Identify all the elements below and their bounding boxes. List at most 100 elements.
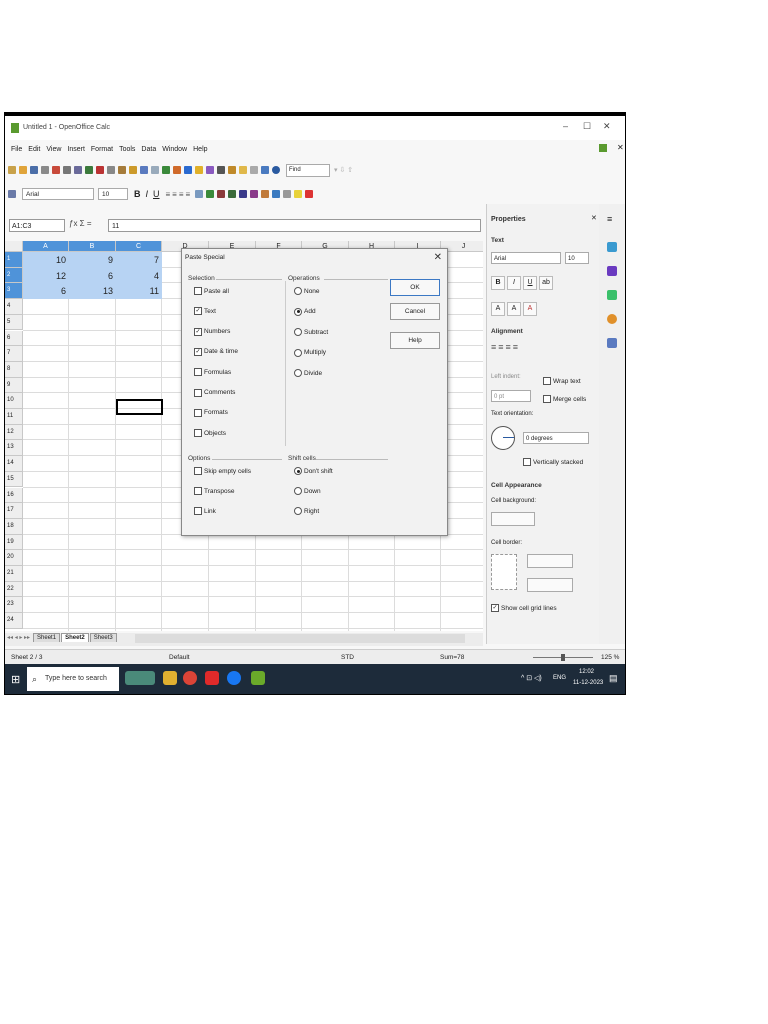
line-style-picker[interactable]	[527, 554, 573, 568]
cell-background-picker[interactable]	[491, 512, 535, 526]
sidebar-align-buttons[interactable]: ≡≡≡≡	[491, 342, 520, 352]
right-radio[interactable]: Right	[294, 507, 319, 515]
close-button[interactable]: ✕	[603, 121, 611, 132]
row-header-10[interactable]: 10	[5, 393, 23, 409]
redo-icon[interactable]	[151, 166, 159, 174]
hyperlink-icon[interactable]	[162, 166, 170, 174]
cut-icon[interactable]	[96, 166, 104, 174]
paste-all-box[interactable]	[194, 287, 202, 295]
formulas-box[interactable]	[194, 368, 202, 377]
row-header-15[interactable]: 15	[5, 471, 23, 488]
down-radio-dot[interactable]	[294, 487, 302, 495]
transpose-checkbox[interactable]: Transpose	[194, 487, 234, 495]
formats-checkbox[interactable]: Formats	[194, 408, 228, 417]
new-icon[interactable]	[8, 166, 16, 174]
row-header-22[interactable]: 22	[5, 581, 23, 598]
save-icon[interactable]	[30, 166, 38, 174]
notification-icon[interactable]: ▤	[609, 673, 618, 684]
row-header-7[interactable]: 7	[5, 346, 23, 362]
sidebar-italic-button[interactable]: I	[507, 276, 521, 290]
row-header-13[interactable]: 13	[5, 440, 23, 457]
row-header-17[interactable]: 17	[5, 503, 23, 519]
skip-empty-cells-checkbox[interactable]: Skip empty cells	[194, 467, 251, 475]
wrap-text-checkbox[interactable]: Wrap text	[543, 377, 581, 385]
maximize-button[interactable]: ☐	[583, 121, 591, 132]
help-button[interactable]: Help	[390, 332, 440, 349]
menu-file[interactable]: File	[11, 146, 22, 153]
cell-b2[interactable]: 6	[69, 267, 116, 284]
right-radio-dot[interactable]	[294, 507, 302, 515]
windows-start-icon[interactable]: ⊞	[11, 673, 20, 686]
row-header-14[interactable]: 14	[5, 456, 23, 472]
divide-radio-dot[interactable]	[294, 369, 302, 378]
row-header-3[interactable]: 3	[5, 283, 23, 300]
del-decimal-icon[interactable]	[250, 190, 259, 198]
objects-checkbox[interactable]: Objects	[194, 429, 226, 438]
facebook-icon[interactable]	[227, 671, 241, 685]
link-box[interactable]	[194, 507, 202, 515]
text-box[interactable]: ✓	[194, 307, 202, 316]
sidebar-menu-icon[interactable]: ≡	[607, 214, 612, 224]
row-header-12[interactable]: 12	[5, 424, 23, 441]
print-icon[interactable]	[63, 166, 71, 174]
row-header-18[interactable]: 18	[5, 518, 23, 535]
row-header-24[interactable]: 24	[5, 613, 23, 629]
tab-sheet3[interactable]: Sheet3	[89, 633, 117, 642]
comments-checkbox[interactable]: Comments	[194, 388, 235, 397]
weather-widget-icon[interactable]	[125, 671, 155, 685]
cell-c1[interactable]: 7	[116, 252, 162, 268]
navigator-deck-icon[interactable]	[607, 314, 617, 324]
link-checkbox[interactable]: Link	[194, 507, 216, 515]
numbers-box[interactable]: ✓	[194, 327, 202, 336]
open-icon[interactable]	[19, 166, 27, 174]
currency-icon[interactable]	[206, 190, 215, 198]
bg-color-icon[interactable]	[294, 190, 303, 198]
cell-a3[interactable]: 6	[23, 283, 69, 300]
row-header-4[interactable]: 4	[5, 299, 23, 315]
sidebar-font-box[interactable]: Arial	[491, 252, 561, 264]
font-size-box[interactable]: 10	[98, 188, 128, 200]
indent-dec-icon[interactable]	[261, 190, 270, 198]
row-header-6[interactable]: 6	[5, 330, 23, 347]
show-grid-lines-checkbox[interactable]: ✓ Show cell grid lines	[491, 604, 557, 612]
formulas-checkbox[interactable]: Formulas	[194, 368, 231, 377]
cell-appearance-section-title[interactable]: Cell Appearance	[491, 482, 542, 489]
merge-cells-box[interactable]	[543, 395, 551, 403]
styles-deck-icon[interactable]	[607, 266, 617, 276]
preview-icon[interactable]	[74, 166, 82, 174]
font-color-icon[interactable]	[305, 190, 314, 198]
gallery-deck-icon[interactable]	[607, 290, 617, 300]
column-header-b[interactable]: B	[69, 241, 116, 252]
borders-icon[interactable]	[283, 190, 292, 198]
cell-c2[interactable]: 4	[116, 267, 162, 284]
wrap-text-box[interactable]	[543, 377, 551, 385]
subtract-radio[interactable]: Subtract	[294, 328, 328, 337]
down-radio[interactable]: Down	[294, 487, 321, 495]
text-checkbox[interactable]: ✓ Text	[194, 307, 216, 316]
functions-deck-icon[interactable]	[607, 338, 617, 348]
cell-c3[interactable]: 11	[116, 283, 162, 300]
underline-button[interactable]: U	[153, 189, 160, 199]
cell-b3[interactable]: 13	[69, 283, 116, 300]
menu-window[interactable]: Window	[162, 146, 187, 153]
cell-a1[interactable]: 10	[23, 252, 69, 268]
row-header-16[interactable]: 16	[5, 487, 23, 504]
function-icons[interactable]: ƒx Σ =	[69, 219, 92, 228]
add-radio-dot[interactable]	[294, 307, 302, 316]
tab-sheet1[interactable]: Sheet1	[33, 633, 61, 642]
numbers-checkbox[interactable]: ✓ Numbers	[194, 327, 230, 336]
draw-icon[interactable]	[206, 166, 214, 174]
email-icon[interactable]	[41, 166, 49, 174]
find-next-icon[interactable]: ▾ ⇩ ⇧	[334, 166, 353, 174]
clock-time[interactable]: 12:02	[579, 669, 594, 675]
sidebar-close-icon[interactable]: ✕	[591, 214, 597, 222]
properties-deck-icon[interactable]	[607, 242, 617, 252]
column-header-a[interactable]: A	[23, 241, 69, 252]
zoom-icon[interactable]	[261, 166, 269, 174]
menu-help[interactable]: Help	[193, 146, 207, 153]
row-header-9[interactable]: 9	[5, 377, 23, 394]
italic-button[interactable]: I	[146, 189, 149, 199]
merge-cells-checkbox[interactable]: Merge cells	[543, 395, 586, 403]
none-radio[interactable]: None	[294, 287, 320, 295]
file-explorer-icon[interactable]	[163, 671, 177, 685]
